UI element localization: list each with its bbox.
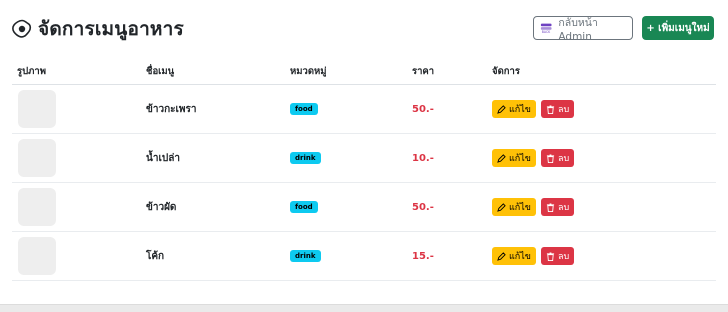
back-icon: BACK: [540, 23, 552, 34]
pencil-icon: [497, 104, 506, 114]
back-button-label: กลับหน้า Admin: [558, 16, 598, 43]
edit-button-label: แก้ไข: [509, 154, 531, 164]
table-row: ข้าวกะเพรา food 50.- แก้ไข ลบ: [12, 84, 716, 134]
table-row: ข้าวผัด food 50.- แก้ไข ลบ: [12, 182, 716, 232]
trash-icon: [546, 202, 555, 212]
menu-image-placeholder: [18, 188, 56, 226]
menu-name: น้ำเปล่า: [146, 152, 180, 164]
menu-price: 10.-: [412, 152, 434, 164]
edit-button[interactable]: แก้ไข: [492, 149, 536, 167]
column-header-category: หมวดหมู่: [290, 59, 412, 85]
column-header-price: ราคา: [412, 59, 492, 85]
add-button-label: + เพิ่มเมนูใหม่: [646, 22, 710, 34]
edit-button-label: แก้ไข: [509, 252, 531, 262]
menu-table: รูปภาพ ชื่อเมนู หมวดหมู่ ราคา จัดการ ข้า…: [12, 59, 716, 281]
row-actions: แก้ไข ลบ: [492, 247, 716, 265]
menu-price: 15.-: [412, 250, 434, 262]
pencil-icon: [497, 202, 506, 212]
menu-price: 50.-: [412, 103, 434, 115]
menu-image-placeholder: [18, 139, 56, 177]
category-badge: drink: [290, 250, 321, 262]
menu-name: ข้าวกะเพรา: [146, 103, 197, 115]
menu-image-placeholder: [18, 237, 56, 275]
pencil-icon: [497, 251, 506, 261]
page-header: จัดการเมนูอาหาร BACK กลับหน้า Admin + เพ…: [12, 12, 716, 44]
column-header-name: ชื่อเมนู: [146, 59, 290, 85]
trash-icon: [546, 104, 555, 114]
column-header-image: รูปภาพ: [12, 59, 146, 85]
column-header-actions: จัดการ: [492, 59, 716, 85]
page-title: จัดการเมนูอาหาร: [38, 18, 184, 40]
category-badge: food: [290, 201, 318, 213]
category-badge: food: [290, 103, 318, 115]
category-badge: drink: [290, 152, 321, 164]
menu-image-placeholder: [18, 90, 56, 128]
pencil-icon: [497, 153, 506, 163]
delete-button-label: ลบ: [557, 105, 570, 115]
edit-button-label: แก้ไข: [509, 105, 531, 115]
trash-icon: [546, 153, 555, 163]
edit-button[interactable]: แก้ไข: [492, 198, 536, 216]
edit-button-label: แก้ไข: [509, 203, 531, 213]
add-menu-button[interactable]: + เพิ่มเมนูใหม่: [642, 16, 714, 40]
edit-button[interactable]: แก้ไข: [492, 100, 536, 118]
menu-price: 50.-: [412, 201, 434, 213]
table-row: น้ำเปล่า drink 10.- แก้ไข ลบ: [12, 133, 716, 183]
back-to-admin-button[interactable]: BACK กลับหน้า Admin: [533, 16, 633, 43]
fried-egg-icon: [12, 19, 32, 38]
delete-button[interactable]: ลบ: [540, 149, 575, 167]
row-actions: แก้ไข ลบ: [492, 100, 716, 118]
delete-button-label: ลบ: [557, 154, 570, 164]
table-header-row: รูปภาพ ชื่อเมนู หมวดหมู่ ราคา จัดการ: [12, 59, 716, 85]
table-row: โค้ก drink 15.- แก้ไข ลบ: [12, 231, 716, 281]
row-actions: แก้ไข ลบ: [492, 149, 716, 167]
delete-button-label: ลบ: [557, 252, 570, 262]
delete-button[interactable]: ลบ: [540, 247, 575, 265]
menu-name: ข้าวผัด: [146, 201, 177, 213]
delete-button-label: ลบ: [557, 203, 570, 213]
delete-button[interactable]: ลบ: [540, 198, 575, 216]
delete-button[interactable]: ลบ: [540, 100, 575, 118]
title-group: จัดการเมนูอาหาร: [12, 14, 184, 44]
edit-button[interactable]: แก้ไข: [492, 247, 536, 265]
trash-icon: [546, 251, 555, 261]
menu-name: โค้ก: [146, 250, 165, 262]
svg-text:BACK: BACK: [542, 30, 551, 34]
row-actions: แก้ไข ลบ: [492, 198, 716, 216]
